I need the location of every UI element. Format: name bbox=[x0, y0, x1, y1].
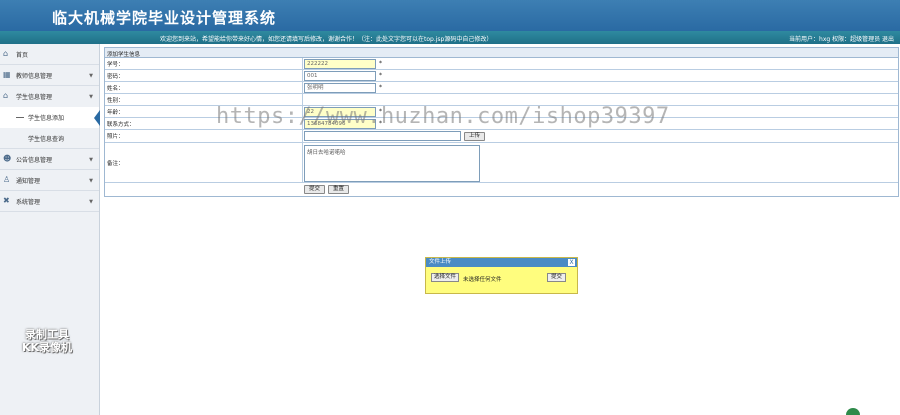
form-row-password: 密码： 001 * bbox=[105, 70, 898, 82]
required-mark: * bbox=[379, 72, 382, 79]
dialog-title: 文件上传 bbox=[429, 259, 452, 265]
sidebar-subitem-student-query[interactable]: 学生信息查询 bbox=[0, 128, 99, 149]
sidebar-item-label: 通知管理 bbox=[16, 177, 41, 185]
user-info[interactable]: 当前用户：hxg 权限：超级管理员 退出 bbox=[789, 34, 894, 43]
sidebar-item-label: 系统管理 bbox=[16, 198, 41, 206]
student-no-input[interactable]: 222222 bbox=[304, 58, 376, 69]
form-actions: 提交 重置 bbox=[105, 183, 898, 196]
choose-file-button[interactable]: 选择文件 bbox=[431, 273, 460, 282]
welcome-text: 欢迎您到来站，希望能给你带来好心情，如您还请填写后修改，谢谢合作！（注：此处文字… bbox=[160, 36, 493, 43]
close-icon[interactable]: X bbox=[568, 259, 575, 266]
dialog-submit-button[interactable]: 提交 bbox=[547, 273, 567, 282]
user-icon: ☻ bbox=[3, 154, 12, 163]
recorder-watermark-line1: 录制工具 bbox=[25, 328, 69, 341]
reset-button[interactable]: 重置 bbox=[328, 185, 350, 194]
chevron-down-icon: ▼ bbox=[89, 199, 93, 205]
tools-icon: ✖ bbox=[3, 196, 10, 205]
welcome-bar: 欢迎您到来站，希望能给你带来好心情，如您还请填写后修改，谢谢合作！（注：此处文字… bbox=[0, 31, 900, 44]
dialog-title-bar: 文件上传 X bbox=[426, 258, 577, 267]
app-header: 临大机械学院毕业设计管理系统 bbox=[0, 0, 900, 31]
sidebar-item-system[interactable]: ✖ 系统管理 ▼ bbox=[0, 191, 99, 212]
required-mark: * bbox=[379, 84, 382, 91]
required-mark: * bbox=[379, 60, 382, 67]
sidebar-item-label: 首页 bbox=[16, 51, 29, 59]
site-watermark: https://www.huzhan.com/ishop39397 bbox=[216, 104, 670, 129]
sidebar-item-label: 公告信息管理 bbox=[16, 156, 53, 164]
sidebar-subitem-label: 学生信息查询 bbox=[28, 135, 65, 143]
person-icon: ♙ bbox=[3, 175, 11, 184]
active-arrow-icon bbox=[94, 110, 100, 126]
recorder-watermark-line2: KK录像机 bbox=[21, 341, 73, 354]
app-title: 临大机械学院毕业设计管理系统 bbox=[52, 9, 277, 27]
field-label: 备注： bbox=[105, 143, 303, 182]
chevron-down-icon: ▼ bbox=[89, 94, 93, 100]
field-label: 学号： bbox=[105, 58, 303, 69]
home-icon: ⌂ bbox=[3, 49, 9, 58]
form-caption: 添加学生信息 bbox=[105, 48, 898, 58]
floating-record-icon[interactable] bbox=[846, 408, 860, 415]
recorder-watermark: 录制工具 KK录像机 bbox=[12, 328, 82, 354]
field-label: 照片： bbox=[105, 130, 303, 142]
form-row-student-no: 学号： 222222 * bbox=[105, 58, 898, 70]
upload-dialog: 文件上传 X 选择文件 未选择任何文件 提交 bbox=[425, 257, 578, 294]
no-file-text: 未选择任何文件 bbox=[463, 277, 502, 283]
name-input[interactable]: 张明明 bbox=[304, 82, 376, 93]
chevron-down-icon: ▼ bbox=[89, 73, 93, 79]
sidebar-item-notice[interactable]: ☻ 公告信息管理 ▼ bbox=[0, 149, 99, 170]
form-row-name: 姓名： 张明明 * bbox=[105, 82, 898, 94]
sidebar: ⌂ 首页 ▦ 教师信息管理 ▼ ⌂ 学生信息管理 ▼ 学生信息添加 学生信息查询… bbox=[0, 44, 100, 415]
tree-line bbox=[16, 117, 24, 118]
sidebar-item-label: 学生信息管理 bbox=[16, 94, 53, 101]
home-icon: ⌂ bbox=[3, 91, 9, 100]
submit-button[interactable]: 提交 bbox=[304, 185, 326, 194]
field-label: 密码： bbox=[105, 70, 303, 81]
grid-icon: ▦ bbox=[3, 70, 11, 79]
remark-textarea[interactable]: 胡日去哈诺喏哈 bbox=[304, 145, 480, 182]
form-row-photo: 照片： 上传 bbox=[105, 130, 898, 143]
sidebar-item-student[interactable]: ⌂ 学生信息管理 ▼ bbox=[0, 86, 99, 107]
form-row-remark: 备注： 胡日去哈诺喏哈 bbox=[105, 143, 898, 183]
sidebar-item-announce[interactable]: ♙ 通知管理 ▼ bbox=[0, 170, 99, 191]
chevron-down-icon: ▼ bbox=[89, 157, 93, 163]
chevron-down-icon: ▼ bbox=[89, 178, 93, 184]
sidebar-subitem-student-add[interactable]: 学生信息添加 bbox=[0, 107, 100, 128]
sidebar-subitem-label: 学生信息添加 bbox=[28, 115, 65, 122]
password-input[interactable]: 001 bbox=[304, 70, 376, 81]
field-label: 姓名： bbox=[105, 82, 303, 93]
sidebar-item-teacher[interactable]: ▦ 教师信息管理 ▼ bbox=[0, 65, 99, 86]
sidebar-item-home[interactable]: ⌂ 首页 bbox=[0, 44, 99, 65]
sidebar-item-label: 教师信息管理 bbox=[16, 72, 53, 80]
upload-button[interactable]: 上传 bbox=[464, 131, 486, 141]
photo-path-input[interactable] bbox=[304, 131, 461, 141]
